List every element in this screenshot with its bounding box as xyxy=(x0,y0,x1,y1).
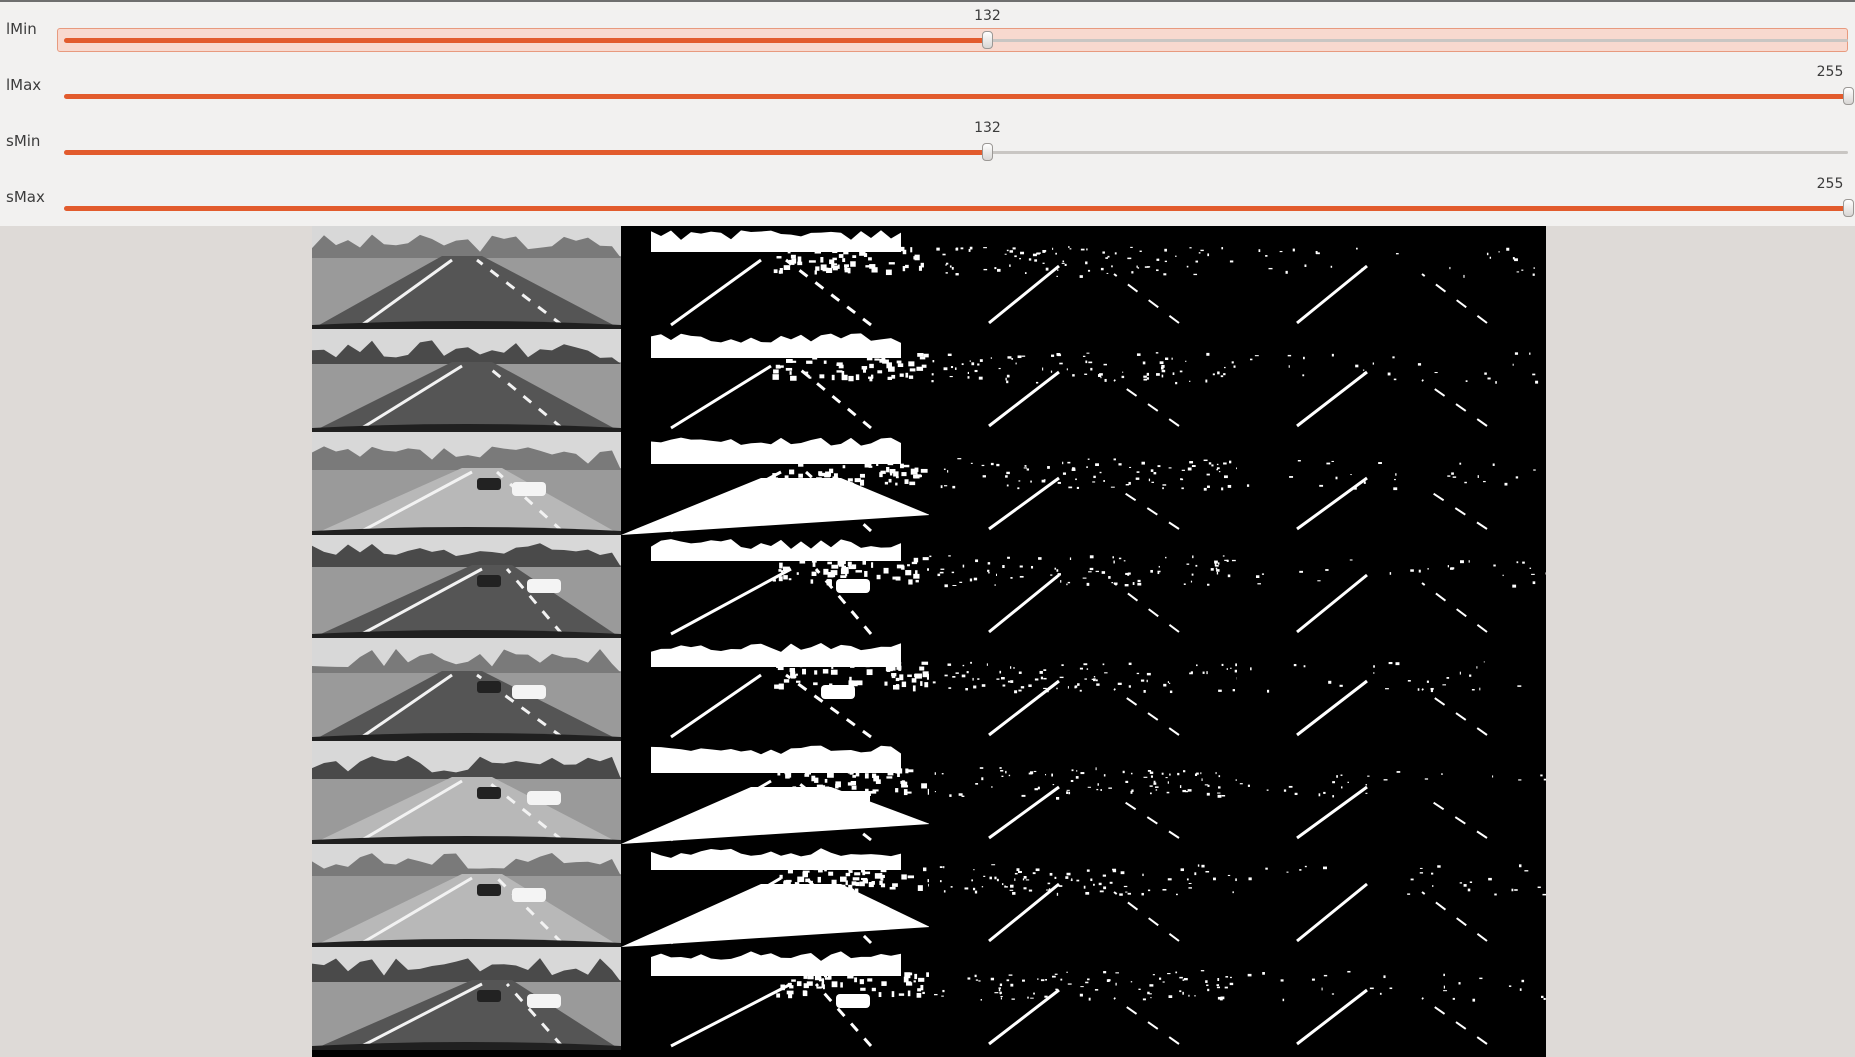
road-frame-image xyxy=(929,741,1238,844)
app-window: lMin 132 lMax 255 sMin 132 sMax 255 xyxy=(0,0,1855,1057)
road-frame-image xyxy=(1237,638,1546,741)
road-frame-image xyxy=(312,638,621,741)
lightness-threshold-column xyxy=(621,226,930,1057)
slider-value: 255 xyxy=(1816,176,1844,192)
road-frame-image xyxy=(621,432,930,535)
saturation-threshold-frame xyxy=(929,844,1238,947)
road-frame-image xyxy=(1237,535,1546,638)
combined-threshold-frame xyxy=(1237,947,1546,1050)
road-frame-image xyxy=(312,535,621,638)
slider-fill xyxy=(64,94,1848,99)
slider-thumb[interactable] xyxy=(982,31,994,49)
road-frame-image xyxy=(621,638,930,741)
road-frame-image xyxy=(312,329,621,432)
slider-fill xyxy=(64,150,988,155)
combined-threshold-frame xyxy=(1237,638,1546,741)
road-frame-image xyxy=(929,535,1238,638)
road-frame-image xyxy=(1237,741,1546,844)
lightness-threshold-frame xyxy=(621,432,930,535)
image-canvas xyxy=(312,226,1546,1057)
grayscale-frame xyxy=(312,844,621,947)
road-frame-image xyxy=(929,844,1238,947)
slider-value: 255 xyxy=(1816,64,1844,80)
lightness-threshold-frame xyxy=(621,638,930,741)
slider-label: lMin xyxy=(6,20,37,38)
slider-row-sMin: sMin 132 xyxy=(0,114,1855,170)
slider-thumb[interactable] xyxy=(982,143,994,161)
slider-row-sMax: sMax 255 xyxy=(0,170,1855,226)
road-frame-image xyxy=(312,741,621,844)
combined-threshold-frame xyxy=(1237,226,1546,329)
grayscale-frame xyxy=(312,226,621,329)
slider-thumb[interactable] xyxy=(1843,199,1854,217)
slider-panel: lMin 132 lMax 255 sMin 132 sMax 255 xyxy=(0,2,1855,226)
saturation-threshold-frame xyxy=(929,329,1238,432)
slider-fill xyxy=(64,38,988,43)
combined-threshold-frame xyxy=(1237,329,1546,432)
road-frame-image xyxy=(621,947,930,1050)
combined-threshold-column xyxy=(1237,226,1546,1057)
grayscale-frame xyxy=(312,329,621,432)
lightness-threshold-frame xyxy=(621,226,930,329)
road-frame-image xyxy=(312,226,621,329)
road-frame-image xyxy=(621,535,930,638)
lightness-threshold-frame xyxy=(621,329,930,432)
slider-label: sMin xyxy=(6,132,41,150)
saturation-threshold-frame xyxy=(929,638,1238,741)
combined-threshold-frame xyxy=(1237,741,1546,844)
road-frame-image xyxy=(929,947,1238,1050)
combined-threshold-frame xyxy=(1237,844,1546,947)
saturation-threshold-frame xyxy=(929,432,1238,535)
road-frame-image xyxy=(1237,226,1546,329)
lightness-threshold-frame xyxy=(621,535,930,638)
road-frame-image xyxy=(929,638,1238,741)
lightness-threshold-frame xyxy=(621,741,930,844)
slider-label: lMax xyxy=(6,76,42,94)
slider-label: sMax xyxy=(6,188,45,206)
saturation-threshold-column xyxy=(929,226,1238,1057)
grayscale-column xyxy=(312,226,621,1057)
combined-threshold-frame xyxy=(1237,432,1546,535)
slider-fill xyxy=(64,206,1848,211)
grayscale-frame xyxy=(312,741,621,844)
road-frame-image xyxy=(621,741,930,844)
road-frame-image xyxy=(312,844,621,947)
lightness-threshold-frame xyxy=(621,844,930,947)
road-frame-image xyxy=(621,329,930,432)
slider-thumb[interactable] xyxy=(1843,87,1854,105)
road-frame-image xyxy=(621,844,930,947)
road-frame-image xyxy=(1237,947,1546,1050)
grayscale-frame xyxy=(312,535,621,638)
road-frame-image xyxy=(1237,844,1546,947)
road-frame-image xyxy=(929,432,1238,535)
slider-row-lMin: lMin 132 xyxy=(0,2,1855,58)
road-frame-image xyxy=(929,329,1238,432)
grayscale-frame xyxy=(312,432,621,535)
road-frame-image xyxy=(312,432,621,535)
saturation-threshold-frame xyxy=(929,741,1238,844)
road-frame-image xyxy=(1237,329,1546,432)
saturation-threshold-frame xyxy=(929,226,1238,329)
lightness-threshold-frame xyxy=(621,947,930,1050)
grayscale-frame xyxy=(312,638,621,741)
road-frame-image xyxy=(1237,432,1546,535)
combined-threshold-frame xyxy=(1237,535,1546,638)
saturation-threshold-frame xyxy=(929,535,1238,638)
road-frame-image xyxy=(621,226,930,329)
slider-row-lMax: lMax 255 xyxy=(0,58,1855,114)
slider-value: 132 xyxy=(974,8,1001,24)
road-frame-image xyxy=(312,947,621,1050)
grayscale-frame xyxy=(312,947,621,1050)
saturation-threshold-frame xyxy=(929,947,1238,1050)
slider-value: 132 xyxy=(974,120,1001,136)
road-frame-image xyxy=(929,226,1238,329)
